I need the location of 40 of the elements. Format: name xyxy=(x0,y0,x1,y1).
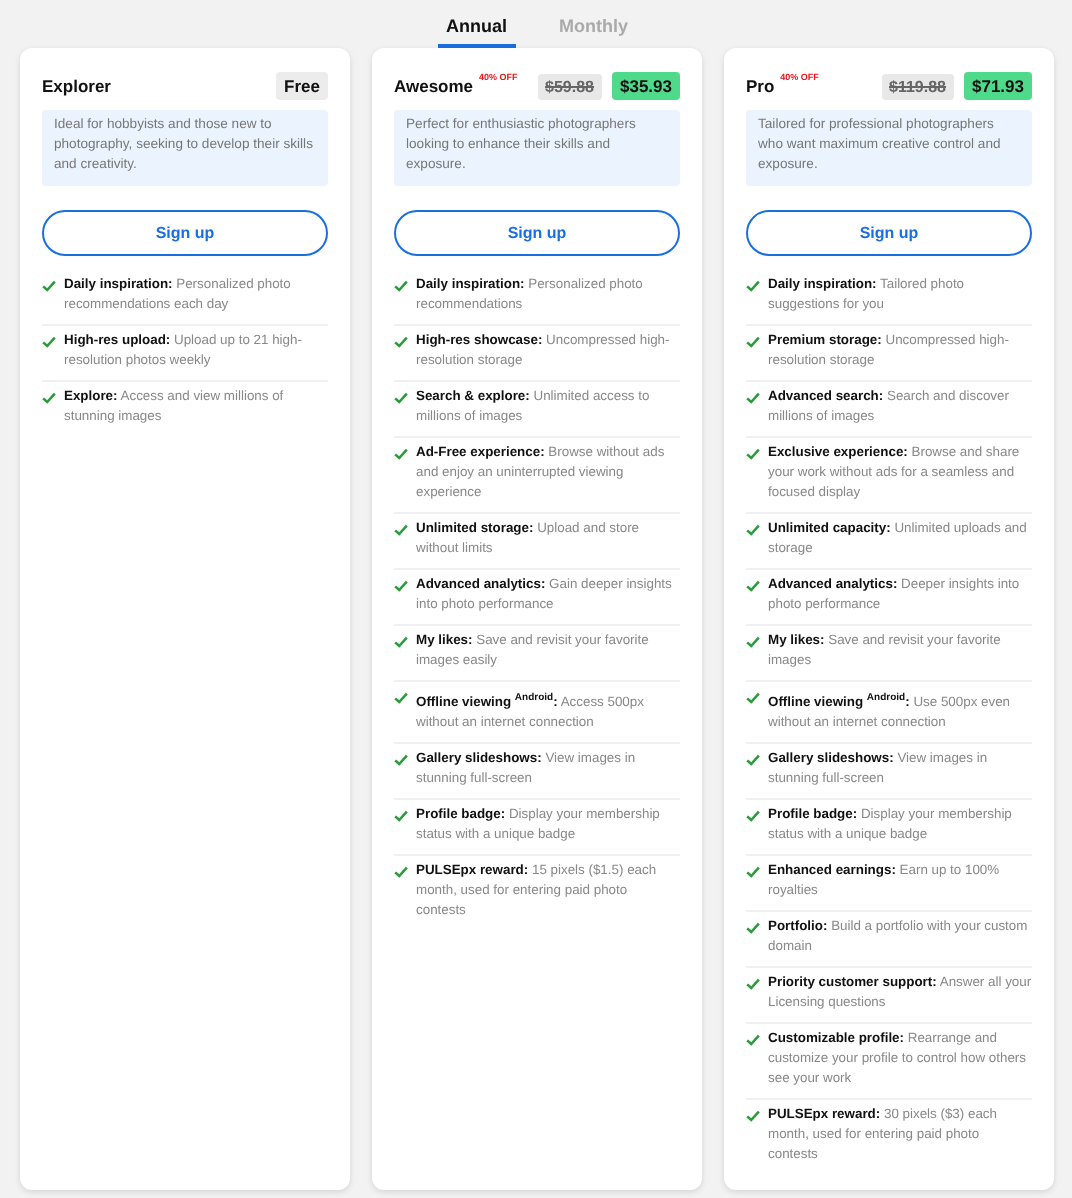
check-icon xyxy=(746,524,760,536)
check-icon xyxy=(394,692,408,704)
original-price: $119.88 xyxy=(881,73,954,99)
plan-name: Explorer xyxy=(42,76,111,96)
check-icon xyxy=(746,810,760,822)
check-icon xyxy=(746,336,760,348)
check-icon xyxy=(746,580,760,592)
check-icon xyxy=(394,280,408,292)
check-icon xyxy=(394,336,408,348)
check-icon xyxy=(42,392,56,404)
sign-up-button[interactable]: Sign up xyxy=(394,210,680,256)
check-icon xyxy=(746,392,760,404)
sign-up-button[interactable]: Sign up xyxy=(42,210,328,256)
check-icon xyxy=(394,810,408,822)
check-icon xyxy=(394,392,408,404)
check-icon xyxy=(746,692,760,704)
sign-up-button[interactable]: Sign up xyxy=(746,210,1032,256)
check-icon xyxy=(746,636,760,648)
plan-name: Pro xyxy=(746,76,775,96)
check-icon xyxy=(394,524,408,536)
check-icon xyxy=(746,978,760,990)
check-icon xyxy=(394,866,408,878)
check-icon xyxy=(394,754,408,766)
check-icon xyxy=(394,580,408,592)
check-icon xyxy=(42,336,56,348)
check-icon xyxy=(394,636,408,648)
plan-price: $71.93 xyxy=(964,72,1032,100)
check-icon xyxy=(746,448,760,460)
check-icon xyxy=(394,448,408,460)
original-price: $59.88 xyxy=(537,73,602,99)
check-icon xyxy=(746,280,760,292)
check-icon xyxy=(746,754,760,766)
check-icon xyxy=(746,922,760,934)
check-icon xyxy=(746,866,760,878)
plan-name: Awesome xyxy=(394,76,474,96)
check-icon xyxy=(746,1110,760,1122)
check-icon xyxy=(746,1034,760,1046)
check-icon xyxy=(42,280,56,292)
plan-price: $35.93 xyxy=(612,72,680,100)
plan-price: Free xyxy=(276,72,328,100)
